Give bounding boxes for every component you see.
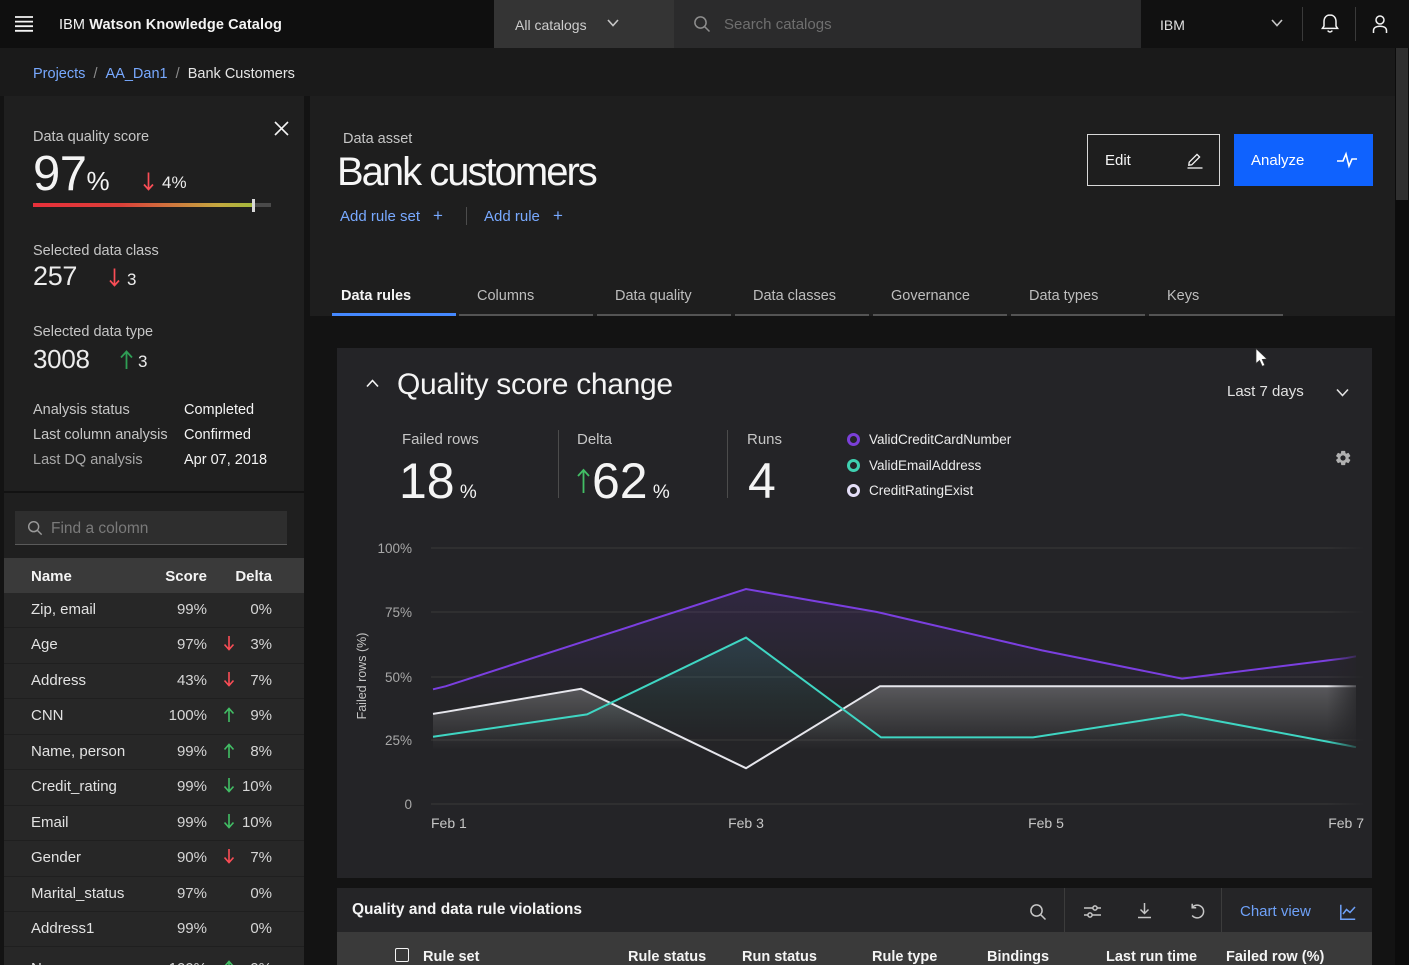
- svg-text:25%: 25%: [385, 733, 412, 748]
- svg-text:75%: 75%: [385, 605, 412, 620]
- svg-text:Feb 7: Feb 7: [1328, 815, 1364, 831]
- svg-text:50%: 50%: [385, 670, 412, 685]
- svg-text:Feb 3: Feb 3: [728, 815, 764, 831]
- svg-text:0: 0: [404, 797, 412, 812]
- svg-text:100%: 100%: [377, 541, 412, 556]
- svg-text:Feb 5: Feb 5: [1028, 815, 1064, 831]
- svg-text:Feb 1: Feb 1: [431, 815, 467, 831]
- svg-text:Failed rows (%): Failed rows (%): [355, 633, 369, 720]
